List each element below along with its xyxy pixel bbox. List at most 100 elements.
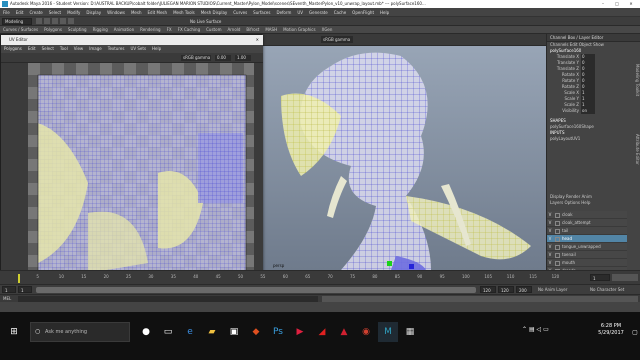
layer-row[interactable]: Vtail bbox=[547, 227, 627, 235]
playback-start-field[interactable]: 1 bbox=[18, 286, 32, 293]
visibility-toggle[interactable]: V bbox=[547, 219, 553, 226]
uv-menu-item[interactable]: Polygons bbox=[1, 45, 25, 53]
windows-start-icon[interactable]: ⊞ bbox=[4, 322, 24, 342]
uv-editor-titlebar[interactable]: UV Editor ✕ bbox=[1, 35, 263, 45]
volume-icon[interactable]: ◁ bbox=[537, 326, 542, 333]
tab-edit[interactable]: Edit bbox=[570, 42, 578, 47]
maya-taskbar-icon[interactable]: M bbox=[378, 322, 398, 342]
shelf-tab[interactable]: Polygons bbox=[41, 26, 65, 33]
menu-modify[interactable]: Modify bbox=[64, 8, 83, 16]
visibility-toggle[interactable]: V bbox=[547, 227, 553, 234]
shelf-tab[interactable]: Motion Graphics bbox=[280, 26, 319, 33]
network-icon[interactable]: ▤ bbox=[529, 326, 535, 333]
tab-render[interactable]: Render bbox=[566, 194, 580, 199]
edge-browser-icon[interactable]: e bbox=[180, 322, 200, 342]
layer-menu-item[interactable]: Help bbox=[581, 200, 590, 205]
shelf-tab[interactable]: Rigging bbox=[90, 26, 111, 33]
attribute-editor-tab[interactable]: Attribute Editor bbox=[631, 134, 640, 194]
uv-menu-item[interactable]: Textures bbox=[105, 45, 128, 53]
start-time-field[interactable]: 1 bbox=[2, 286, 16, 293]
uv-gamma-field[interactable]: sRGB gamma bbox=[181, 55, 211, 61]
layer-menu-item[interactable]: Layers bbox=[550, 200, 563, 205]
visibility-toggle[interactable]: V bbox=[547, 243, 553, 250]
range-slider-bar[interactable] bbox=[36, 287, 476, 293]
menu-uv[interactable]: UV bbox=[294, 8, 306, 16]
manipulator-z[interactable] bbox=[409, 264, 414, 269]
cortana-search-box[interactable]: ○ Ask me anything bbox=[30, 322, 130, 342]
input-name[interactable]: polyLayoutUV1 bbox=[547, 136, 640, 142]
menu-mesh-display[interactable]: Mesh Display bbox=[198, 8, 231, 16]
shelf-tab[interactable]: Rendering bbox=[137, 26, 163, 33]
acrobat-icon[interactable]: ◢ bbox=[312, 322, 332, 342]
file-explorer-icon[interactable]: ▰ bbox=[202, 322, 222, 342]
manipulator-y[interactable] bbox=[387, 261, 392, 266]
layer-row[interactable]: Vcloak_attempt bbox=[547, 219, 627, 227]
app-icon-white[interactable]: ▦ bbox=[400, 322, 420, 342]
uv-editor-window[interactable]: UV Editor ✕ Polygons Edit Select Tool View Im… bbox=[0, 34, 263, 281]
attr-value[interactable]: on bbox=[581, 108, 595, 114]
no-live-surface[interactable]: No Live Surface bbox=[190, 18, 221, 25]
shelf-tab[interactable]: Bifrost bbox=[243, 26, 262, 33]
end-time-field[interactable]: 120 bbox=[498, 286, 514, 293]
uv-menu-item[interactable]: Tool bbox=[57, 45, 71, 53]
save-scene-icon[interactable] bbox=[52, 18, 58, 24]
shelf-tab[interactable]: Curves / Surfaces bbox=[0, 26, 41, 33]
menu-help[interactable]: Help bbox=[377, 8, 392, 16]
close-button[interactable]: ✕ bbox=[624, 0, 638, 8]
uv-value-a[interactable]: 0.00 bbox=[215, 55, 231, 61]
uv-menu-item[interactable]: Select bbox=[39, 45, 57, 53]
layer-color-swatch[interactable] bbox=[555, 260, 560, 266]
layer-menu-item[interactable]: Options bbox=[565, 200, 580, 205]
viewport-gamma-field[interactable]: sRGB gamma bbox=[321, 36, 353, 43]
menu-windows[interactable]: Windows bbox=[104, 8, 128, 16]
menu-edit-mesh[interactable]: Edit Mesh bbox=[145, 8, 171, 16]
uv-menu-item[interactable]: Image bbox=[86, 45, 105, 53]
menu-generate[interactable]: Generate bbox=[306, 8, 331, 16]
shelf-tab[interactable]: Custom bbox=[203, 26, 224, 33]
menu-edit[interactable]: Edit bbox=[13, 8, 27, 16]
visibility-toggle[interactable]: V bbox=[547, 251, 553, 258]
menu-openflight[interactable]: OpenFlight bbox=[349, 8, 377, 16]
layer-row[interactable]: Vtongue_unwrapped bbox=[547, 243, 627, 251]
redo-icon[interactable] bbox=[68, 18, 74, 24]
menu-select[interactable]: Select bbox=[46, 8, 64, 16]
max-time-field[interactable]: 200 bbox=[516, 286, 532, 293]
uv-menu-item[interactable]: UV Sets bbox=[127, 45, 149, 53]
layer-color-swatch[interactable] bbox=[555, 252, 560, 258]
photoshop-icon[interactable]: Ps bbox=[268, 322, 288, 342]
app-icon-red[interactable]: ▲ bbox=[334, 322, 354, 342]
tab-show[interactable]: Show bbox=[593, 42, 604, 47]
menu-surfaces[interactable]: Surfaces bbox=[250, 8, 273, 16]
uv-menu-item[interactable]: Help bbox=[149, 45, 164, 53]
media-player-icon[interactable]: ▶ bbox=[290, 322, 310, 342]
uv-menu-item[interactable]: Edit bbox=[25, 45, 39, 53]
uv-texture-area[interactable] bbox=[28, 63, 254, 281]
tray-up-icon[interactable]: ⌃ bbox=[522, 326, 527, 333]
notifications-icon[interactable]: ▢ bbox=[630, 322, 640, 342]
tab-object[interactable]: Object bbox=[579, 42, 592, 47]
menu-mesh[interactable]: Mesh bbox=[128, 8, 145, 16]
layer-color-swatch[interactable] bbox=[555, 244, 560, 250]
new-scene-icon[interactable] bbox=[36, 18, 42, 24]
open-scene-icon[interactable] bbox=[44, 18, 50, 24]
shelf-tab[interactable]: XGen bbox=[319, 26, 336, 33]
current-frame-field[interactable]: 1 bbox=[590, 274, 610, 281]
menu-file[interactable]: File bbox=[0, 8, 13, 16]
task-view-icon[interactable]: ▭ bbox=[158, 322, 178, 342]
layer-row[interactable]: Vmouth bbox=[547, 259, 627, 267]
layer-color-swatch[interactable] bbox=[555, 212, 560, 218]
menu-cache[interactable]: Cache bbox=[331, 8, 349, 16]
visibility-toggle[interactable]: V bbox=[547, 211, 553, 218]
current-frame-marker[interactable] bbox=[18, 274, 20, 283]
menu-mesh-tools[interactable]: Mesh Tools bbox=[170, 8, 198, 16]
tab-display[interactable]: Display bbox=[550, 194, 565, 199]
shelf-tab[interactable]: Animation bbox=[111, 26, 137, 33]
uv-value-b[interactable]: 1.00 bbox=[235, 55, 251, 61]
store-icon[interactable]: ▣ bbox=[224, 322, 244, 342]
minimize-button[interactable]: – bbox=[596, 0, 610, 8]
uv-menu-item[interactable]: View bbox=[71, 45, 87, 53]
clock[interactable]: 6:28 PM 5/29/2017 bbox=[592, 323, 630, 337]
tab-channels[interactable]: Channels bbox=[550, 42, 569, 47]
layer-color-swatch[interactable] bbox=[555, 236, 560, 242]
chrome-icon[interactable]: ◉ bbox=[356, 322, 376, 342]
